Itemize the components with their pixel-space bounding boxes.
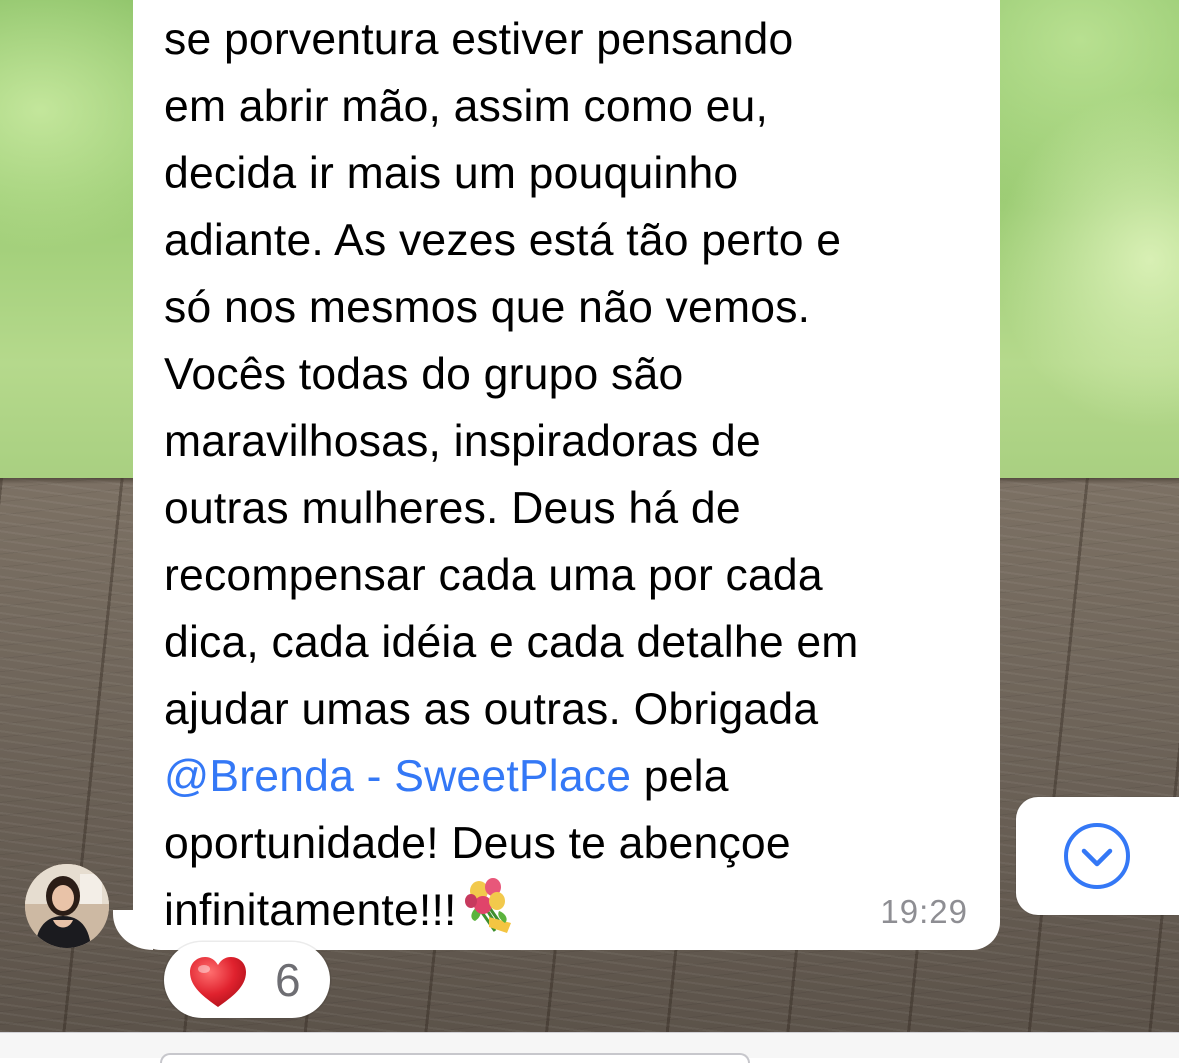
message-timestamp: 19:29 [880, 893, 968, 930]
scroll-to-bottom-button[interactable] [1016, 797, 1179, 915]
avatar-photo [25, 864, 109, 948]
message-line: outras mulheres. Deus há de [164, 484, 741, 533]
message-line: adiante. As vezes está tão perto e [164, 216, 842, 265]
message-input[interactable] [160, 1053, 750, 1063]
message-line: se porventura estiver pensando [164, 15, 794, 64]
chevron-down-circle-icon [1064, 823, 1130, 889]
mention-link[interactable]: @Brenda - SweetPlace [164, 752, 631, 801]
reaction-button[interactable]: 6 [164, 942, 330, 1018]
heart-emoji-icon [190, 957, 246, 1007]
message-fragment: infinitamente!!! [164, 886, 457, 935]
sender-avatar[interactable] [25, 864, 109, 948]
message-line-mention: @Brenda - SweetPlace pela [164, 743, 970, 810]
reaction-count: 6 [275, 954, 301, 1006]
message-line: Vocês todas do grupo são [164, 350, 684, 399]
message-line: em abrir mão, assim como eu, [164, 82, 769, 131]
message-line: decida ir mais um pouquinho [164, 149, 739, 198]
message-bubble[interactable]: se porventura estiver pensando em abrir … [133, 0, 1000, 950]
message-line: ajudar umas as outras. Obrigada [164, 685, 819, 734]
message-fragment: pela [631, 752, 729, 801]
message-line: dica, cada idéia e cada detalhe em [164, 618, 859, 667]
message-line: maravilhosas, inspiradoras de [164, 417, 761, 466]
message-line: só nos mesmos que não vemos. [164, 283, 811, 332]
message-line: oportunidade! Deus te abençoe [164, 819, 791, 868]
message-line-last: infinitamente!!! [164, 877, 970, 944]
message-text: se porventura estiver pensando em abrir … [164, 6, 970, 944]
message-line: recompensar cada uma por cada [164, 551, 823, 600]
bouquet-emoji-icon [464, 878, 511, 933]
